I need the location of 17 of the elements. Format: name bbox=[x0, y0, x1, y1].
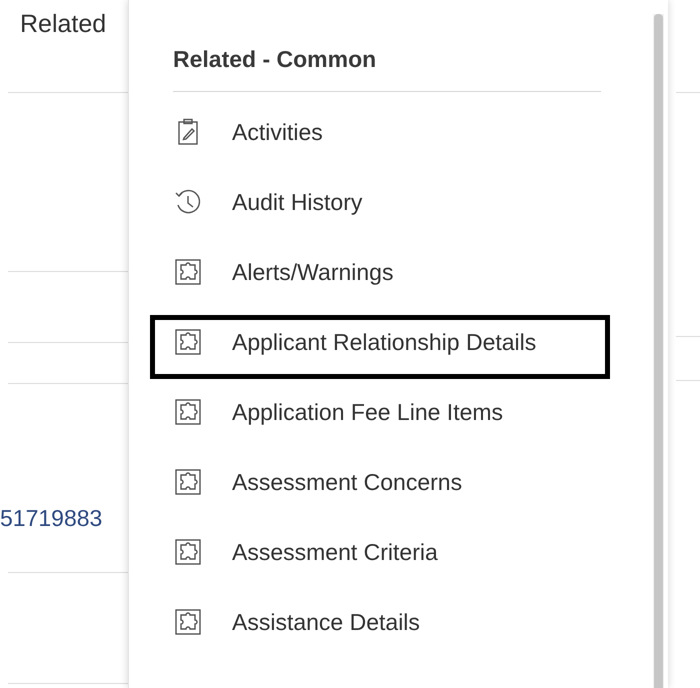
menu-item[interactable]: Assistance Details bbox=[129, 607, 420, 637]
menu-item[interactable]: Assessment Concerns bbox=[129, 467, 462, 497]
menu-item[interactable]: Applicant Relationship Details bbox=[129, 327, 536, 357]
puzzle-icon bbox=[173, 607, 203, 637]
menu-item[interactable]: Assessment Criteria bbox=[129, 537, 438, 567]
puzzle-icon bbox=[173, 257, 203, 287]
menu-item[interactable]: Activities bbox=[129, 117, 323, 147]
puzzle-icon bbox=[173, 537, 203, 567]
menu-heading: Related - Common bbox=[173, 46, 601, 92]
record-link[interactable]: 51719883 bbox=[0, 505, 102, 532]
puzzle-icon bbox=[173, 327, 203, 357]
tab-label[interactable]: Related bbox=[20, 10, 106, 39]
menu-item[interactable]: Audit History bbox=[129, 187, 362, 217]
puzzle-icon bbox=[173, 467, 203, 497]
menu-item[interactable]: Application Fee Line Items bbox=[129, 397, 504, 427]
menu-item[interactable]: Alerts/Warnings bbox=[129, 257, 394, 287]
puzzle-icon bbox=[173, 397, 203, 427]
